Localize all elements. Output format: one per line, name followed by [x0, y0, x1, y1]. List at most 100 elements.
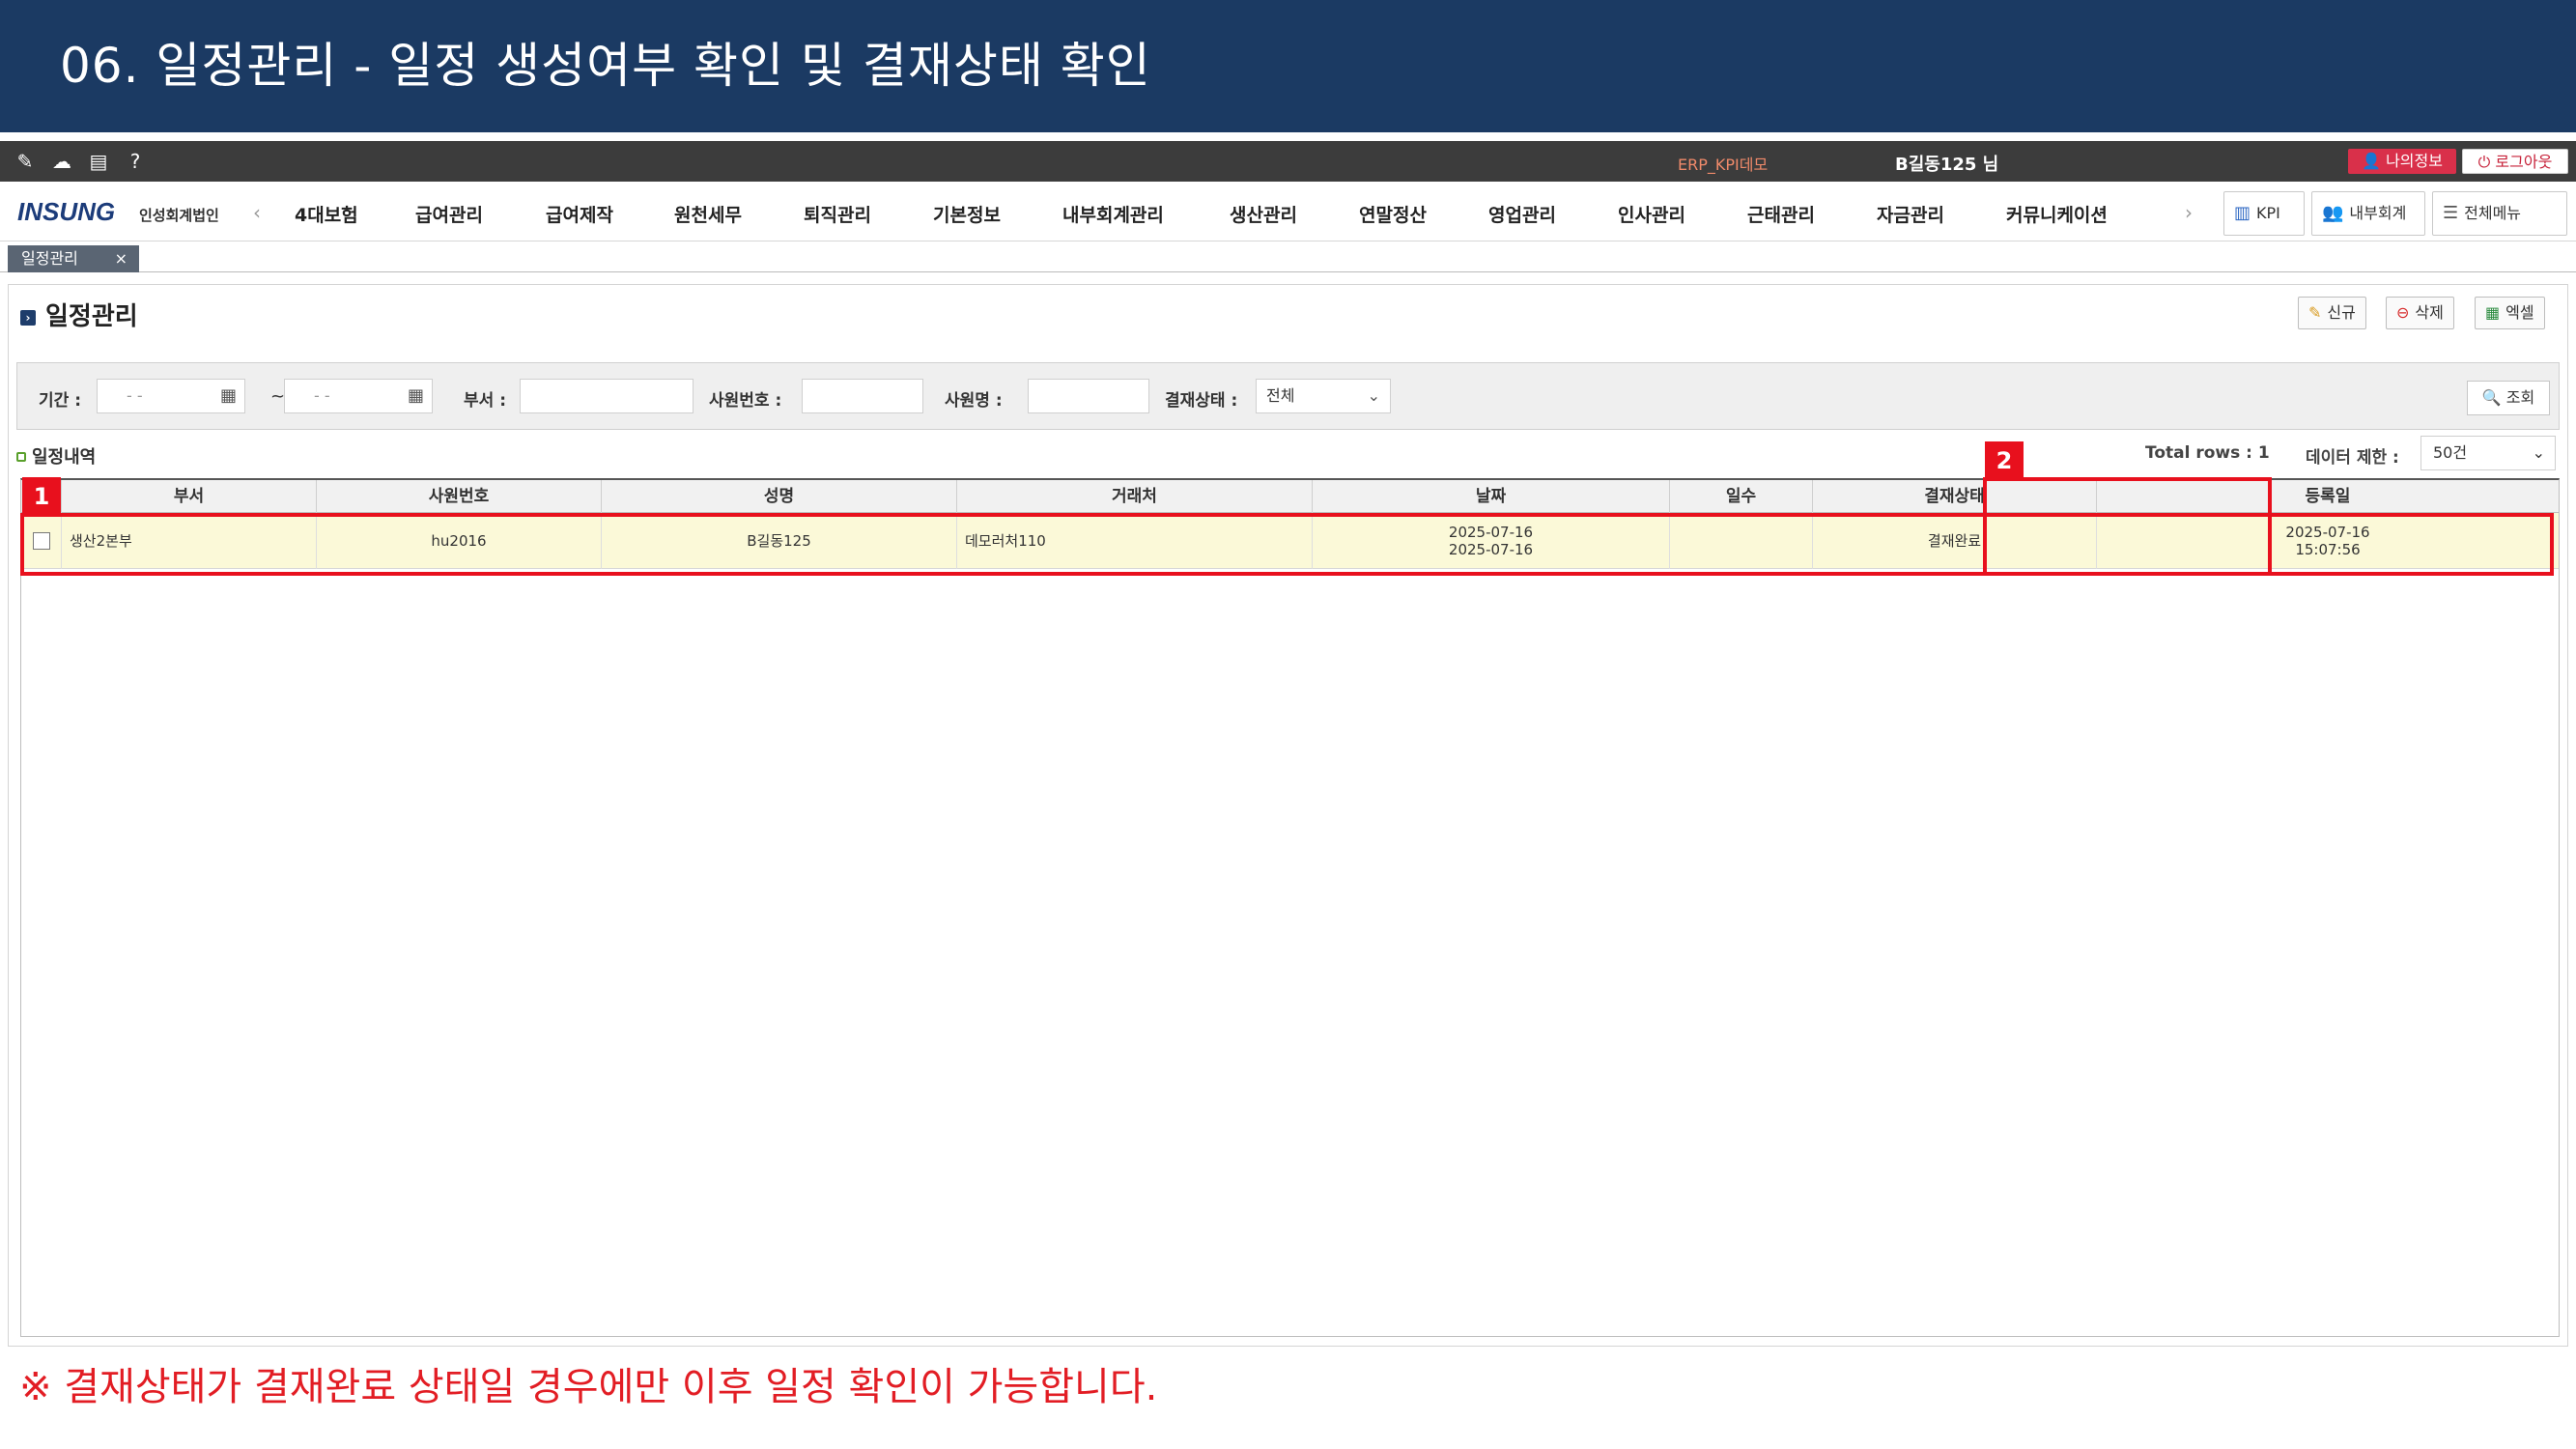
empno-label: 사원번호 : [709, 391, 782, 411]
people-icon: 👥 [2322, 203, 2344, 223]
nav-item-production[interactable]: 생산관리 [1230, 201, 1297, 227]
schedule-grid: 부서 사원번호 성명 거래처 날짜 일수 결재상태 등록일 생산2본부 hu20… [20, 478, 2560, 1337]
col-days[interactable]: 일수 [1670, 480, 1813, 513]
date-range-separator: ~ [270, 386, 286, 407]
search-button[interactable]: 🔍 조회 [2467, 381, 2550, 415]
all-menu-label: 전체메뉴 [2464, 204, 2522, 222]
col-name[interactable]: 성명 [602, 480, 957, 513]
help-icon[interactable]: ? [124, 150, 147, 173]
internal-accounting-button[interactable]: 👥 내부회계 [2311, 191, 2425, 236]
nav-item-payroll-make[interactable]: 급여제작 [546, 201, 613, 227]
search-icon: 🔍 [2481, 388, 2506, 407]
status-label: 결재상태 : [1165, 391, 1238, 411]
nav-item-attendance[interactable]: 근태관리 [1747, 201, 1815, 227]
period-label: 기간 : [39, 391, 81, 411]
hamburger-icon: ☰ [2443, 203, 2459, 223]
col-dept[interactable]: 부서 [62, 480, 317, 513]
slide-header: 06. 일정관리 - 일정 생성여부 확인 및 결재상태 확인 [0, 0, 2576, 132]
close-icon[interactable]: × [115, 245, 127, 272]
chart-icon: ▥ [2234, 203, 2251, 223]
top-bar: ✎ ☁ ▤ ? ERP_KPI데모 B길동125 님 👤 나의정보 ⏻ 로그아웃 [0, 141, 2576, 182]
nav-item-internal-accounting[interactable]: 내부회계관리 [1062, 201, 1164, 227]
total-rows: Total rows : 1 [2145, 443, 2270, 463]
search-button-label: 조회 [2505, 388, 2535, 407]
empno-input[interactable] [802, 379, 923, 413]
col-date[interactable]: 날짜 [1313, 480, 1670, 513]
nav-item-insurance[interactable]: 4대보험 [295, 201, 358, 227]
calendar-icon[interactable]: ▦ [408, 380, 424, 412]
date-to-placeholder: - - [314, 386, 330, 405]
nav-item-basic-info[interactable]: 기본정보 [933, 201, 1001, 227]
logo-subtitle: 인성회계법인 [139, 207, 219, 224]
nav-next-icon[interactable]: › [2185, 201, 2193, 224]
tab-strip: 일정관리 × [0, 242, 2576, 272]
name-input[interactable] [1028, 379, 1149, 413]
list-bullet-icon [16, 452, 26, 462]
power-icon: ⏻ [2477, 153, 2496, 171]
logout-button[interactable]: ⏻ 로그아웃 [2462, 149, 2568, 174]
status-select-value: 전체 [1266, 386, 1295, 405]
col-empno[interactable]: 사원번호 [317, 480, 602, 513]
delete-label: 삭제 [2415, 303, 2444, 322]
badge-1: 1 [22, 477, 61, 516]
new-label: 신규 [2327, 303, 2356, 322]
logo[interactable]: INSUNG 인성회계법인 [17, 197, 219, 226]
col-client[interactable]: 거래처 [957, 480, 1313, 513]
date-from-input[interactable]: - - ▦ [97, 379, 245, 413]
data-limit-label: 데이터 제한 : [2306, 448, 2399, 468]
layout-icon[interactable]: ▤ [87, 150, 110, 173]
my-info-label: 나의정보 [2386, 152, 2443, 170]
footnote: ※ 결재상태가 결재완료 상태일 경우에만 이후 일정 확인이 가능합니다. [19, 1365, 1158, 1409]
new-button[interactable]: ✎ 신규 [2298, 297, 2366, 329]
my-info-button[interactable]: 👤 나의정보 [2348, 149, 2456, 174]
tab-label: 일정관리 [21, 249, 78, 268]
logo-text: INSUNG [17, 197, 116, 226]
date-to-input[interactable]: - - ▦ [284, 379, 433, 413]
minus-circle-icon: ⊖ [2396, 303, 2410, 322]
excel-label: 엑셀 [2505, 303, 2534, 322]
kpi-label: KPI [2256, 204, 2280, 222]
nav-item-hr[interactable]: 인사관리 [1618, 201, 1685, 227]
slide-title: 06. 일정관리 - 일정 생성여부 확인 및 결재상태 확인 [60, 38, 1151, 94]
main-nav: INSUNG 인성회계법인 ‹ 4대보험 급여관리 급여제작 원천세무 퇴직관리… [0, 182, 2576, 242]
nav-prev-icon[interactable]: ‹ [253, 201, 261, 224]
excel-button[interactable]: ▦ 엑셀 [2475, 297, 2545, 329]
tab-schedule[interactable]: 일정관리 × [8, 245, 139, 272]
erp-app-window: ✎ ☁ ▤ ? ERP_KPI데모 B길동125 님 👤 나의정보 ⏻ 로그아웃… [0, 141, 2576, 1349]
data-limit-value: 50건 [2433, 443, 2468, 462]
edit-icon[interactable]: ✎ [14, 150, 37, 173]
highlight-status-box [1983, 477, 2272, 576]
cloud-icon[interactable]: ☁ [50, 150, 73, 173]
logout-label: 로그아웃 [2495, 153, 2553, 171]
nav-item-funds[interactable]: 자금관리 [1877, 201, 1944, 227]
dept-label: 부서 : [464, 391, 506, 411]
nav-item-withholding[interactable]: 원천세무 [674, 201, 742, 227]
page-title-text: 일정관리 [45, 302, 138, 331]
status-select[interactable]: 전체 ⌄ [1256, 379, 1391, 413]
data-limit-select[interactable]: 50건 ⌄ [2420, 436, 2556, 470]
kpi-button[interactable]: ▥ KPI [2223, 191, 2305, 236]
all-menu-button[interactable]: ☰ 전체메뉴 [2432, 191, 2567, 236]
chevron-down-icon: ⌄ [2532, 443, 2545, 462]
nav-item-retirement[interactable]: 퇴직관리 [804, 201, 871, 227]
excel-icon: ▦ [2485, 303, 2501, 322]
dept-input[interactable] [520, 379, 694, 413]
badge-2: 2 [1985, 441, 2024, 480]
list-title: 일정내역 [16, 443, 96, 469]
pencil-icon: ✎ [2308, 303, 2322, 322]
page-title: › 일정관리 [20, 297, 138, 332]
company-name: ERP_KPI데모 [1678, 156, 1769, 174]
nav-item-communication[interactable]: 커뮤니케이션 [2006, 201, 2108, 227]
search-panel: 기간 : - - ▦ ~ - - ▦ 부서 : 사원번호 : 사원명 : 결재상태 … [16, 362, 2560, 430]
name-label: 사원명 : [945, 391, 1003, 411]
page-content: › 일정관리 ✎ 신규 ⊖ 삭제 ▦ 엑셀 기간 : - - ▦ ~ - - ▦ 부서 : … [8, 284, 2568, 1347]
calendar-icon[interactable]: ▦ [220, 380, 237, 412]
nav-item-sales[interactable]: 영업관리 [1488, 201, 1556, 227]
user-icon: 👤 [2362, 152, 2387, 170]
chevron-right-icon: › [20, 310, 36, 326]
delete-button[interactable]: ⊖ 삭제 [2386, 297, 2454, 329]
nav-item-payroll-mgmt[interactable]: 급여관리 [415, 201, 483, 227]
internal-accounting-label: 내부회계 [2349, 204, 2407, 222]
nav-item-year-end[interactable]: 연말정산 [1359, 201, 1427, 227]
chevron-down-icon: ⌄ [1367, 386, 1380, 405]
